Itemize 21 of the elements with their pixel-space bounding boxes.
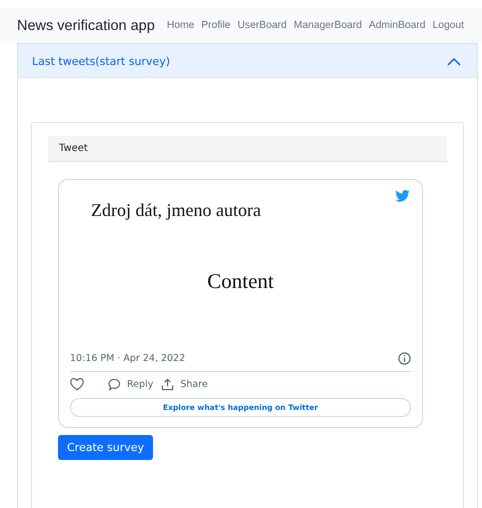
tweet-author: Zdroj dát, jmeno autora [91, 200, 262, 221]
nav-link[interactable]: ManagerBoard [294, 20, 362, 31]
reply-button[interactable]: Reply [108, 378, 154, 391]
tweet-content: Content [206, 268, 275, 295]
share-button[interactable]: Share [161, 378, 208, 391]
nav-link[interactable]: Profile [201, 20, 230, 31]
card-header: Tweet [48, 136, 447, 162]
bird-icon [395, 190, 410, 202]
nav-link[interactable]: Home [166, 20, 194, 31]
heart-icon[interactable] [70, 378, 84, 391]
speech-bubble-icon [108, 378, 121, 391]
accordion-header[interactable]: Last tweets(start survey) [18, 44, 477, 78]
share-icon [161, 378, 174, 391]
chevron-icon [447, 56, 461, 66]
nav-link[interactable]: UserBoard [237, 20, 287, 31]
nav-link[interactable]: Logout [432, 20, 464, 31]
create-survey-button[interactable]: Create survey [58, 435, 154, 460]
app-brand[interactable]: News verification app [17, 18, 155, 34]
info-icon[interactable] [398, 352, 411, 365]
tweet-timestamp: 10:16 PM · Apr 24, 2022 [70, 353, 186, 364]
nav-link[interactable]: AdminBoard [368, 20, 426, 31]
